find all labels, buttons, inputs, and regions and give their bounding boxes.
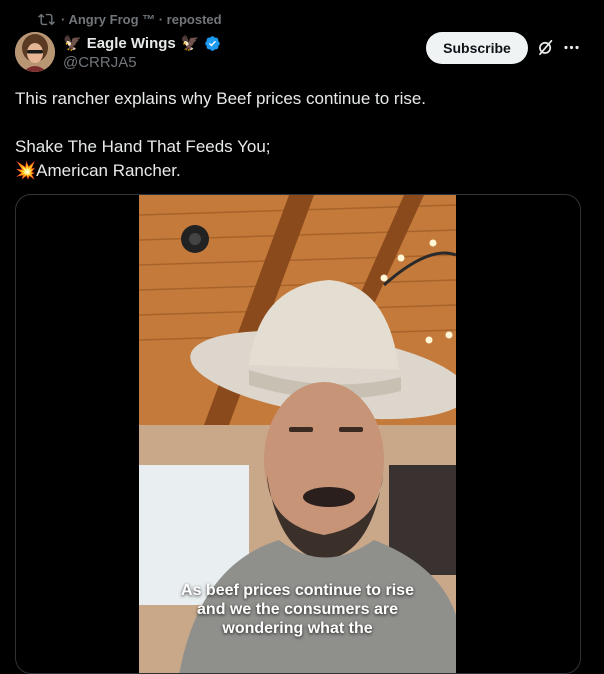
repost-label: · Angry Frog ™ · reposted bbox=[61, 12, 222, 27]
author-handle[interactable]: @CRRJA5 bbox=[63, 54, 221, 71]
grok-icon[interactable] bbox=[536, 38, 555, 57]
author-block: 🦅 Eagle Wings 🦅 @CRRJA5 bbox=[63, 33, 221, 71]
tweet-post: · Angry Frog ™ · reposted 🦅 Eagle Wings … bbox=[0, 0, 604, 674]
avatar[interactable] bbox=[15, 32, 55, 72]
subscribe-button[interactable]: Subscribe bbox=[426, 32, 528, 64]
repost-icon bbox=[38, 13, 55, 26]
eagle-emoji-right: 🦅 bbox=[180, 34, 200, 52]
tweet-text: This rancher explains why Beef prices co… bbox=[15, 87, 585, 183]
verified-badge-icon bbox=[205, 35, 221, 51]
collision-emoji: 💥 bbox=[15, 161, 37, 180]
tweet-line-3: 💥American Rancher. bbox=[15, 159, 585, 183]
tweet-line-1: This rancher explains why Beef prices co… bbox=[15, 89, 427, 108]
eagle-emoji-left: 🦅 bbox=[63, 34, 82, 52]
repost-header[interactable]: · Angry Frog ™ · reposted bbox=[38, 11, 222, 28]
tweet-line-3-text: American Rancher. bbox=[36, 161, 181, 180]
author-display-name[interactable]: Eagle Wings bbox=[87, 35, 176, 52]
video-player[interactable]: As beef prices continue to rise and we t… bbox=[139, 195, 456, 673]
video-media[interactable]: As beef prices continue to rise and we t… bbox=[15, 194, 581, 674]
video-caption: As beef prices continue to rise and we t… bbox=[181, 582, 414, 637]
more-icon[interactable] bbox=[562, 38, 581, 57]
tweet-line-2: Shake The Hand That Feeds You; bbox=[15, 137, 271, 156]
